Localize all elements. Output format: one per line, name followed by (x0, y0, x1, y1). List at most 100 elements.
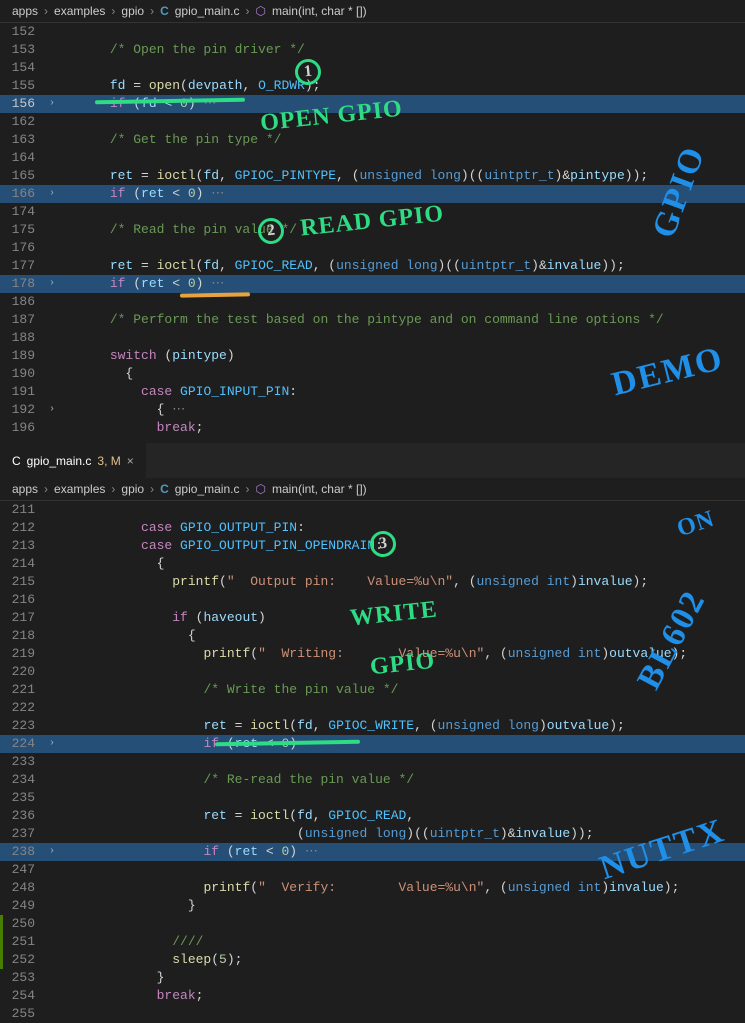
code-content[interactable] (59, 663, 745, 681)
code-line[interactable]: 154 (0, 59, 745, 77)
code-line[interactable]: 178› if (ret < 0) ⋯ (0, 275, 745, 293)
code-content[interactable]: break; (59, 987, 745, 1005)
fold-chevron-icon[interactable] (45, 221, 59, 239)
line-number[interactable]: 166 (0, 185, 45, 203)
code-content[interactable]: if (ret < 0) ⋯ (59, 275, 745, 293)
code-line[interactable]: 215 printf(" Output pin: Value=%u\n", (u… (0, 573, 745, 591)
fold-chevron-icon[interactable] (45, 861, 59, 879)
code-line[interactable]: 249 } (0, 897, 745, 915)
line-number[interactable]: 191 (0, 383, 45, 401)
line-number[interactable]: 186 (0, 293, 45, 311)
fold-chevron-icon[interactable] (45, 257, 59, 275)
fold-chevron-icon[interactable] (45, 771, 59, 789)
code-content[interactable]: /* Re-read the pin value */ (59, 771, 745, 789)
code-line[interactable]: 235 (0, 789, 745, 807)
line-number[interactable]: 196 (0, 419, 45, 437)
code-content[interactable]: case GPIO_OUTPUT_PIN_OPENDRAIN: (59, 537, 745, 555)
fold-chevron-icon[interactable] (45, 59, 59, 77)
code-line[interactable]: 186 (0, 293, 745, 311)
code-line[interactable]: 238› if (ret < 0) ⋯ (0, 843, 745, 861)
code-line[interactable]: 250 (0, 915, 745, 933)
fold-chevron-icon[interactable] (45, 77, 59, 95)
fold-chevron-icon[interactable] (45, 879, 59, 897)
line-number[interactable]: 190 (0, 365, 45, 383)
code-line[interactable]: 187 /* Perform the test based on the pin… (0, 311, 745, 329)
fold-chevron-icon[interactable] (45, 149, 59, 167)
code-content[interactable] (59, 699, 745, 717)
fold-chevron-icon[interactable] (45, 23, 59, 41)
line-number[interactable]: 218 (0, 627, 45, 645)
fold-chevron-icon[interactable]: › (45, 735, 59, 753)
code-content[interactable]: printf(" Output pin: Value=%u\n", (unsig… (59, 573, 745, 591)
crumb-examples[interactable]: examples (54, 482, 105, 496)
fold-chevron-icon[interactable] (45, 987, 59, 1005)
code-content[interactable]: /* Write the pin value */ (59, 681, 745, 699)
line-number[interactable]: 187 (0, 311, 45, 329)
code-content[interactable] (59, 861, 745, 879)
code-content[interactable]: printf(" Verify: Value=%u\n", (unsigned … (59, 879, 745, 897)
code-line[interactable]: 152 (0, 23, 745, 41)
code-content[interactable]: case GPIO_INPUT_PIN: (59, 383, 745, 401)
code-content[interactable]: /* Perform the test based on the pintype… (59, 311, 745, 329)
code-line[interactable]: 166› if (ret < 0) ⋯ (0, 185, 745, 203)
fold-chevron-icon[interactable]: › (45, 843, 59, 861)
code-line[interactable]: 223 ret = ioctl(fd, GPIOC_WRITE, (unsign… (0, 717, 745, 735)
code-line[interactable]: 175 /* Read the pin value */ (0, 221, 745, 239)
line-number[interactable]: 162 (0, 113, 45, 131)
breadcrumb-bottom[interactable]: apps › examples › gpio › C gpio_main.c ›… (0, 478, 745, 501)
line-number[interactable]: 216 (0, 591, 45, 609)
fold-chevron-icon[interactable] (45, 383, 59, 401)
code-line[interactable]: 189 switch (pintype) (0, 347, 745, 365)
crumb-gpio[interactable]: gpio (121, 482, 144, 496)
fold-chevron-icon[interactable] (45, 41, 59, 59)
code-content[interactable]: break; (59, 419, 745, 437)
code-line[interactable]: 177 ret = ioctl(fd, GPIOC_READ, (unsigne… (0, 257, 745, 275)
code-content[interactable]: /* Read the pin value */ (59, 221, 745, 239)
code-content[interactable]: printf(" Writing: Value=%u\n", (unsigned… (59, 645, 745, 663)
fold-chevron-icon[interactable] (45, 825, 59, 843)
line-number[interactable]: 235 (0, 789, 45, 807)
line-number[interactable]: 234 (0, 771, 45, 789)
code-content[interactable]: { ⋯ (59, 401, 745, 419)
fold-chevron-icon[interactable] (45, 591, 59, 609)
line-number[interactable]: 222 (0, 699, 45, 717)
code-line[interactable]: 213 case GPIO_OUTPUT_PIN_OPENDRAIN: (0, 537, 745, 555)
code-content[interactable]: } (59, 897, 745, 915)
line-number[interactable]: 178 (0, 275, 45, 293)
code-line[interactable]: 174 (0, 203, 745, 221)
code-line[interactable]: 188 (0, 329, 745, 347)
crumb-symbol[interactable]: main(int, char * []) (272, 4, 367, 18)
code-content[interactable]: fd = open(devpath, O_RDWR); (59, 77, 745, 95)
code-content[interactable]: if (haveout) (59, 609, 745, 627)
line-number[interactable]: 249 (0, 897, 45, 915)
code-content[interactable] (59, 591, 745, 609)
line-number[interactable]: 189 (0, 347, 45, 365)
fold-chevron-icon[interactable] (45, 329, 59, 347)
code-content[interactable] (59, 113, 745, 131)
crumb-symbol[interactable]: main(int, char * []) (272, 482, 367, 496)
code-line[interactable]: 153 /* Open the pin driver */ (0, 41, 745, 59)
code-content[interactable]: sleep(5); (59, 951, 745, 969)
line-number[interactable]: 217 (0, 609, 45, 627)
fold-chevron-icon[interactable]: › (45, 185, 59, 203)
code-content[interactable]: if (ret < 0) ⋯ (59, 843, 745, 861)
tab-close-icon[interactable]: × (127, 454, 134, 468)
code-line[interactable]: 191 case GPIO_INPUT_PIN: (0, 383, 745, 401)
fold-chevron-icon[interactable] (45, 933, 59, 951)
crumb-apps[interactable]: apps (12, 482, 38, 496)
fold-chevron-icon[interactable] (45, 753, 59, 771)
line-number[interactable]: 176 (0, 239, 45, 257)
code-line[interactable]: 236 ret = ioctl(fd, GPIOC_READ, (0, 807, 745, 825)
line-number[interactable]: 177 (0, 257, 45, 275)
fold-chevron-icon[interactable] (45, 311, 59, 329)
fold-chevron-icon[interactable]: › (45, 275, 59, 293)
fold-chevron-icon[interactable] (45, 627, 59, 645)
code-line[interactable]: 237 (unsigned long)((uintptr_t)&invalue)… (0, 825, 745, 843)
line-number[interactable]: 215 (0, 573, 45, 591)
fold-chevron-icon[interactable] (45, 555, 59, 573)
code-content[interactable] (59, 203, 745, 221)
crumb-examples[interactable]: examples (54, 4, 105, 18)
code-line[interactable]: 216 (0, 591, 745, 609)
breadcrumb-top[interactable]: apps › examples › gpio › C gpio_main.c ›… (0, 0, 745, 23)
code-line[interactable]: 219 printf(" Writing: Value=%u\n", (unsi… (0, 645, 745, 663)
